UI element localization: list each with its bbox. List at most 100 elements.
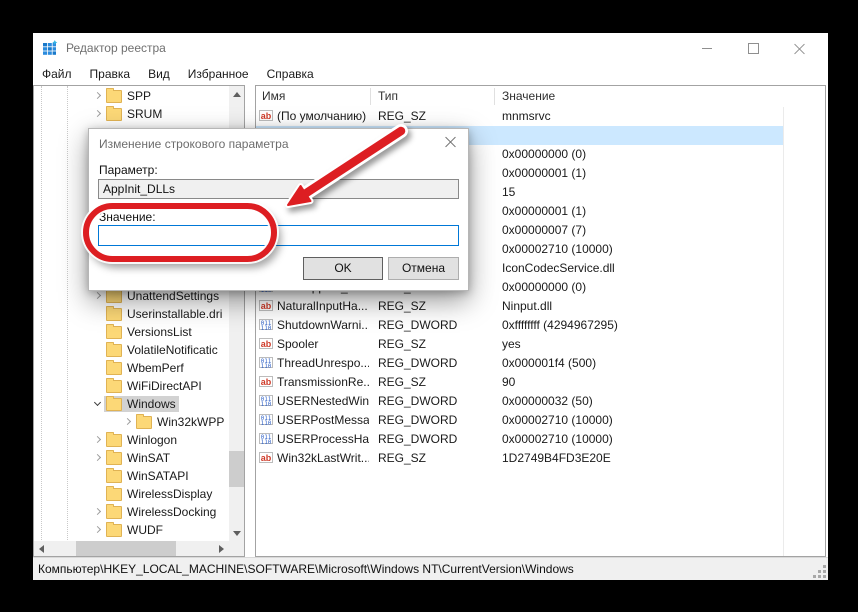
expander-icon[interactable] xyxy=(92,290,104,302)
registry-row[interactable]: ab Win32kLastWrit... REG_SZ 1D2749B4FD3E… xyxy=(256,449,783,468)
column-header-value[interactable]: Значение xyxy=(502,89,555,103)
value-input[interactable] xyxy=(98,225,459,246)
value-type: REG_SZ xyxy=(378,451,492,465)
ok-button[interactable]: OK xyxy=(303,257,383,280)
value-type: REG_SZ xyxy=(378,109,492,123)
expander-icon[interactable] xyxy=(92,452,104,464)
tree-item-winsatapi[interactable]: WinSATAPI xyxy=(34,467,245,485)
expander-icon[interactable] xyxy=(92,108,104,120)
tree-item-wirelessdocking[interactable]: WirelessDocking xyxy=(34,503,245,521)
minimize-icon xyxy=(702,48,712,49)
window-title: Редактор реестра xyxy=(66,41,166,55)
tree-item-wifidirectapi[interactable]: WiFiDirectAPI xyxy=(34,377,245,395)
tree-item-spp[interactable]: SPP xyxy=(34,87,245,105)
expander-icon[interactable] xyxy=(92,506,104,518)
expander-icon[interactable] xyxy=(92,344,104,356)
registry-row[interactable]: 011110 USERProcessHa... REG_DWORD 0x0000… xyxy=(256,430,783,449)
expander-icon[interactable] xyxy=(92,524,104,536)
tree-item-winlogon[interactable]: Winlogon xyxy=(34,431,245,449)
value-type: REG_SZ xyxy=(378,375,492,389)
registry-row[interactable]: 011110 ShutdownWarni... REG_DWORD 0xffff… xyxy=(256,316,783,335)
value-data: 0x00000007 (7) xyxy=(502,223,780,237)
tree-item-userinstallable-dri[interactable]: Userinstallable.dri xyxy=(34,305,245,323)
tree-item-windows[interactable]: Windows xyxy=(34,395,245,413)
expander-icon[interactable] xyxy=(92,326,104,338)
value-name: NaturalInputHa... xyxy=(277,299,369,313)
tree-horizontal-scrollbar[interactable] xyxy=(34,541,229,556)
scroll-left-button[interactable] xyxy=(34,541,49,556)
dword-value-icon: 011110 xyxy=(259,319,273,330)
parameter-name-field: AppInit_DLLs xyxy=(98,179,459,199)
registry-row[interactable]: ab NaturalInputHa... REG_SZ Ninput.dll xyxy=(256,297,783,316)
arrow-right-icon xyxy=(219,545,224,553)
dialog-close-button[interactable] xyxy=(443,134,459,150)
value-data: yes xyxy=(502,337,780,351)
tree-item-wirelessdisplay[interactable]: WirelessDisplay xyxy=(34,485,245,503)
expander-icon[interactable] xyxy=(92,398,104,410)
close-button[interactable] xyxy=(776,33,822,63)
arrow-down-icon xyxy=(233,531,241,536)
expander-icon[interactable] xyxy=(122,416,134,428)
tree-item-wudf[interactable]: WUDF xyxy=(34,521,245,539)
folder-icon xyxy=(106,344,122,357)
registry-row[interactable]: ab (По умолчанию) REG_SZ mnmsrvc xyxy=(256,107,783,126)
dword-value-icon: 011110 xyxy=(259,433,273,444)
menu-item-favorites[interactable]: Избранное xyxy=(179,67,258,81)
value-name: USERPostMessa... xyxy=(277,413,369,427)
value-data: 0x00002710 (10000) xyxy=(502,242,780,256)
column-header-name[interactable]: Имя xyxy=(262,89,285,103)
expander-icon[interactable] xyxy=(92,380,104,392)
parameter-label: Параметр: xyxy=(99,163,158,177)
header-separator[interactable] xyxy=(494,88,495,105)
cancel-button[interactable]: Отмена xyxy=(388,257,459,280)
value-type: REG_DWORD xyxy=(378,318,492,332)
tree-item-win32kwpp[interactable]: Win32kWPP xyxy=(34,413,245,431)
menu-item-view[interactable]: Вид xyxy=(139,67,179,81)
menu-item-help[interactable]: Справка xyxy=(258,67,323,81)
value-data: 0x00002710 (10000) xyxy=(502,413,780,427)
tree-item-srum[interactable]: SRUM xyxy=(34,105,245,123)
value-data: 0xffffffff (4294967295) xyxy=(502,318,780,332)
expander-icon[interactable] xyxy=(92,470,104,482)
registry-row[interactable]: ab Spooler REG_SZ yes xyxy=(256,335,783,354)
header-separator[interactable] xyxy=(370,88,371,105)
arrow-up-icon xyxy=(233,92,241,97)
value-data: 0x00000000 (0) xyxy=(502,147,780,161)
value-name: Win32kLastWrit... xyxy=(277,451,369,465)
value-type: REG_SZ xyxy=(378,337,492,351)
tree-item-versionslist[interactable]: VersionsList xyxy=(34,323,245,341)
expander-icon[interactable] xyxy=(92,308,104,320)
expander-icon[interactable] xyxy=(92,488,104,500)
scroll-right-button[interactable] xyxy=(214,541,229,556)
expander-icon[interactable] xyxy=(92,434,104,446)
string-value-icon: ab xyxy=(259,338,273,349)
edit-string-dialog: Изменение строкового параметра Параметр:… xyxy=(88,128,469,291)
tree-item-wbemperf[interactable]: WbemPerf xyxy=(34,359,245,377)
maximize-button[interactable] xyxy=(730,33,776,63)
value-name: ShutdownWarni... xyxy=(277,318,369,332)
expander-icon[interactable] xyxy=(92,362,104,374)
registry-row[interactable]: ab TransmissionRe... REG_SZ 90 xyxy=(256,373,783,392)
minimize-button[interactable] xyxy=(684,33,730,63)
regedit-window: Редактор реестра Файл Правка Вид Избранн… xyxy=(33,33,828,580)
column-header-type[interactable]: Тип xyxy=(378,89,398,103)
menu-item-edit[interactable]: Правка xyxy=(81,67,140,81)
resize-grip-icon[interactable] xyxy=(813,565,826,578)
vertical-scroll-thumb[interactable] xyxy=(229,451,244,487)
folder-icon xyxy=(136,416,152,429)
tree-item-volatilenotificatic[interactable]: VolatileNotificatic xyxy=(34,341,245,359)
value-label: Значение: xyxy=(99,210,156,224)
folder-icon xyxy=(106,398,122,411)
menu-item-file[interactable]: Файл xyxy=(33,67,81,81)
registry-row[interactable]: 011110 ThreadUnrespo... REG_DWORD 0x0000… xyxy=(256,354,783,373)
string-value-icon: ab xyxy=(259,376,273,387)
scroll-up-button[interactable] xyxy=(229,86,244,102)
scroll-down-button[interactable] xyxy=(229,525,244,541)
horizontal-scroll-thumb[interactable] xyxy=(76,541,176,556)
menu-bar: Файл Правка Вид Избранное Справка xyxy=(33,63,828,85)
expander-icon[interactable] xyxy=(92,90,104,102)
tree-item-winsat[interactable]: WinSAT xyxy=(34,449,245,467)
folder-icon xyxy=(106,380,122,393)
registry-row[interactable]: 011110 USERNestedWin... REG_DWORD 0x0000… xyxy=(256,392,783,411)
registry-row[interactable]: 011110 USERPostMessa... REG_DWORD 0x0000… xyxy=(256,411,783,430)
